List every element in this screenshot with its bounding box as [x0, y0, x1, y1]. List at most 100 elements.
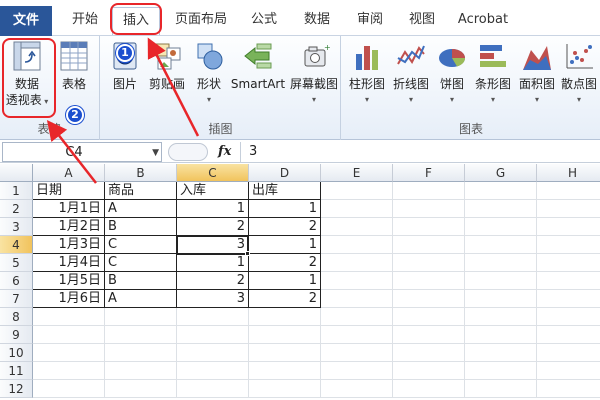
cell-a12[interactable]: [33, 380, 105, 398]
cell-d6[interactable]: 1: [249, 272, 321, 290]
cell-b4[interactable]: C: [105, 236, 177, 254]
cell-g3[interactable]: [465, 218, 537, 236]
cell-f11[interactable]: [393, 362, 465, 380]
cell-e9[interactable]: [321, 326, 393, 344]
scatter-chart-button[interactable]: 散点图 ▾: [558, 40, 600, 108]
cell-a1[interactable]: 日期: [33, 182, 105, 200]
cell-a9[interactable]: [33, 326, 105, 344]
cell-a2[interactable]: 1月1日: [33, 200, 105, 218]
cell-f5[interactable]: [393, 254, 465, 272]
cell-f8[interactable]: [393, 308, 465, 326]
cell-g10[interactable]: [465, 344, 537, 362]
cell-e10[interactable]: [321, 344, 393, 362]
tab-formulas[interactable]: 公式: [244, 7, 284, 35]
cell-f12[interactable]: [393, 380, 465, 398]
tab-review[interactable]: 审阅: [350, 7, 390, 35]
row-header-10[interactable]: 10: [0, 344, 33, 362]
cell-g9[interactable]: [465, 326, 537, 344]
cell-g7[interactable]: [465, 290, 537, 308]
clipart-button[interactable]: 剪贴画: [145, 40, 189, 92]
cell-e6[interactable]: [321, 272, 393, 290]
area-chart-button[interactable]: 面积图 ▾: [516, 40, 558, 108]
cell-a7[interactable]: 1月6日: [33, 290, 105, 308]
cell-e7[interactable]: [321, 290, 393, 308]
cell-a6[interactable]: 1月5日: [33, 272, 105, 290]
cell-e2[interactable]: [321, 200, 393, 218]
cell-f1[interactable]: [393, 182, 465, 200]
cell-c9[interactable]: [177, 326, 249, 344]
cell-f10[interactable]: [393, 344, 465, 362]
cell-a10[interactable]: [33, 344, 105, 362]
cell-d11[interactable]: [249, 362, 321, 380]
screenshot-button[interactable]: + 屏幕截图 ▾: [289, 40, 339, 108]
cell-c11[interactable]: [177, 362, 249, 380]
smartart-button[interactable]: SmartArt: [229, 40, 287, 92]
cell-f2[interactable]: [393, 200, 465, 218]
column-header-f[interactable]: F: [393, 164, 465, 182]
cell-b1[interactable]: 商品: [105, 182, 177, 200]
cell-e11[interactable]: [321, 362, 393, 380]
cell-a11[interactable]: [33, 362, 105, 380]
column-header-g[interactable]: G: [465, 164, 537, 182]
cell-g1[interactable]: [465, 182, 537, 200]
cell-e5[interactable]: [321, 254, 393, 272]
column-header-c[interactable]: C: [177, 164, 249, 182]
cell-d1[interactable]: 出库: [249, 182, 321, 200]
pivottable-button[interactable]: 数据 透视表 ▾: [4, 40, 50, 110]
cell-d3[interactable]: 2: [249, 218, 321, 236]
cell-h9[interactable]: [537, 326, 600, 344]
row-header-12[interactable]: 12: [0, 380, 33, 398]
cell-g5[interactable]: [465, 254, 537, 272]
tab-acrobat[interactable]: Acrobat: [452, 7, 514, 35]
cell-c12[interactable]: [177, 380, 249, 398]
row-header-11[interactable]: 11: [0, 362, 33, 380]
cell-c8[interactable]: [177, 308, 249, 326]
shapes-button[interactable]: 形状 ▾: [191, 40, 227, 108]
cell-g4[interactable]: [465, 236, 537, 254]
cell-d5[interactable]: 2: [249, 254, 321, 272]
row-header-8[interactable]: 8: [0, 308, 33, 326]
cell-c1[interactable]: 入库: [177, 182, 249, 200]
cell-g8[interactable]: [465, 308, 537, 326]
cell-b11[interactable]: [105, 362, 177, 380]
cell-d7[interactable]: 2: [249, 290, 321, 308]
cell-e12[interactable]: [321, 380, 393, 398]
cell-f7[interactable]: [393, 290, 465, 308]
insert-function-button[interactable]: fx: [218, 144, 231, 159]
cell-h6[interactable]: [537, 272, 600, 290]
cell-a8[interactable]: [33, 308, 105, 326]
cell-d4[interactable]: 1: [249, 236, 321, 254]
cell-c4[interactable]: 3: [177, 236, 249, 254]
row-header-5[interactable]: 5: [0, 254, 33, 272]
cell-d8[interactable]: [249, 308, 321, 326]
tab-home[interactable]: 开始: [62, 7, 108, 35]
row-header-9[interactable]: 9: [0, 326, 33, 344]
cell-d10[interactable]: [249, 344, 321, 362]
cell-h2[interactable]: [537, 200, 600, 218]
tab-data[interactable]: 数据: [297, 7, 337, 35]
select-all-corner[interactable]: [0, 164, 33, 182]
cell-h10[interactable]: [537, 344, 600, 362]
cell-e4[interactable]: [321, 236, 393, 254]
cell-c7[interactable]: 3: [177, 290, 249, 308]
name-box-dropdown-icon[interactable]: ▼: [152, 148, 159, 158]
name-box[interactable]: C4 ▼: [2, 142, 162, 162]
line-chart-button[interactable]: 折线图 ▾: [390, 40, 432, 108]
pie-chart-button[interactable]: 饼图 ▾: [434, 40, 470, 108]
cell-h4[interactable]: [537, 236, 600, 254]
column-header-e[interactable]: E: [321, 164, 393, 182]
cell-b5[interactable]: C: [105, 254, 177, 272]
cell-d12[interactable]: [249, 380, 321, 398]
cell-c5[interactable]: 1: [177, 254, 249, 272]
cell-g12[interactable]: [465, 380, 537, 398]
cell-e8[interactable]: [321, 308, 393, 326]
cell-c6[interactable]: 2: [177, 272, 249, 290]
cell-c3[interactable]: 2: [177, 218, 249, 236]
cell-f3[interactable]: [393, 218, 465, 236]
column-header-b[interactable]: B: [105, 164, 177, 182]
cell-h11[interactable]: [537, 362, 600, 380]
worksheet-grid[interactable]: ABCDEFGH 1 2 3 4 5 6 7 8 9 10 11 12 日期 商品 入库 出库 1月1日 A 1 1…: [0, 164, 600, 400]
bar-chart-button[interactable]: 条形图 ▾: [472, 40, 514, 108]
row-header-1[interactable]: 1: [0, 182, 33, 200]
cell-h3[interactable]: [537, 218, 600, 236]
